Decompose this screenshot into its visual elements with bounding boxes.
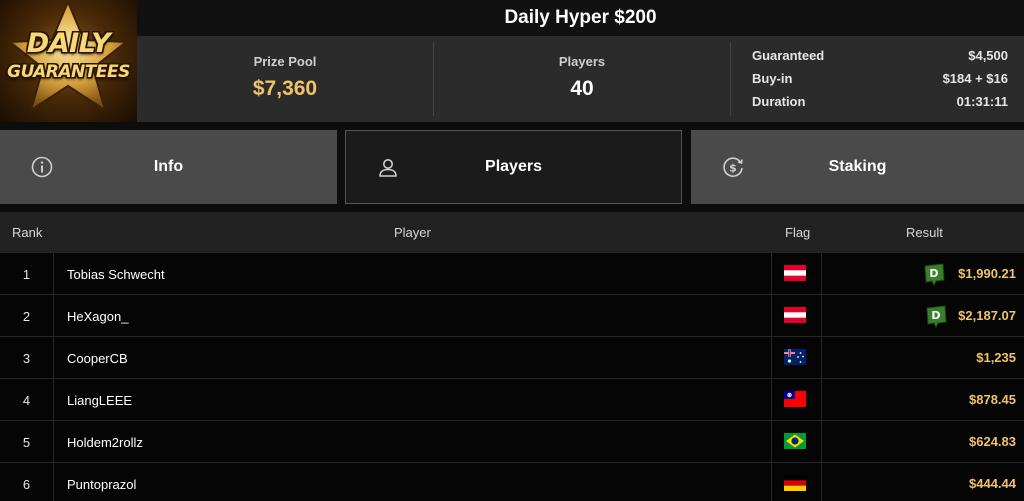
germany-flag-icon [784,475,806,491]
player-name: Holdem2rollz [67,435,143,450]
rank-cell: 6 [22,477,31,492]
players-table-body: 1 Tobias Schwecht D $1,990.21 2 HeXagon_… [0,253,1024,501]
table-row[interactable]: 3 CooperCB $1,235 [0,337,1024,379]
result-value: $2,187.07 [958,308,1016,323]
players-table-header: Rank Player Flag Result [0,212,1024,253]
tournament-title-bar: Daily Hyper $200 [137,0,1024,36]
table-row[interactable]: 6 Puntoprazol $444.44 [0,463,1024,501]
buyin-value: $184 + $16 [942,71,1008,86]
australia-flag-icon [784,349,806,365]
player-column-header[interactable]: Player [394,225,431,240]
tab-players[interactable]: Players [345,130,682,204]
taiwan-flag-icon [784,391,806,407]
logo-line-daily: DAILY [26,28,111,59]
tab-staking-label: Staking [828,158,887,175]
buyin-row: Buy-in $184 + $16 [752,67,1008,90]
table-row[interactable]: 1 Tobias Schwecht D $1,990.21 [0,253,1024,295]
result-value: $878.45 [969,392,1016,407]
rank-cell: 2 [22,309,31,324]
duration-value: 01:31:11 [956,94,1008,109]
result-value: $1,235 [976,350,1016,365]
rank-cell: 1 [22,267,31,282]
result-value: $1,990.21 [958,266,1016,281]
prize-pool-stat: Prize Pool $7,360 [137,36,433,122]
player-name: Tobias Schwecht [67,267,165,282]
tournament-title: Daily Hyper $200 [504,7,657,28]
players-count: 40 [570,77,594,100]
guaranteed-value: $4,500 [968,48,1008,63]
staking-icon: $ [723,157,743,177]
tab-staking[interactable]: $ Staking [691,130,1024,204]
austria-flag-icon [784,307,806,323]
d-badge-icon: D [924,263,945,286]
rank-cell: 5 [22,435,31,450]
table-row[interactable]: 5 Holdem2rollz $624.83 [0,421,1024,463]
duration-row: Duration 01:31:11 [752,90,1008,113]
flag-column-header[interactable]: Flag [785,225,810,240]
tournament-details: Guaranteed $4,500 Buy-in $184 + $16 Dura… [752,44,1008,113]
duration-label: Duration [752,94,806,109]
d-badge-label: D [929,267,938,280]
daily-guarantees-logo: DAILY GUARANTEES [0,0,137,122]
tab-info[interactable]: Info [0,130,337,204]
rank-column-header[interactable]: Rank [12,225,42,240]
prize-pool-label: Prize Pool [253,54,317,69]
player-name: CooperCB [67,351,128,366]
result-value: $444.44 [969,476,1016,491]
result-value: $624.83 [969,434,1016,449]
tab-players-label: Players [485,158,542,175]
d-badge-label: D [931,309,940,322]
stats-divider [730,42,731,116]
svg-text:$: $ [729,162,737,175]
table-row[interactable]: 2 HeXagon_ D $2,187.07 [0,295,1024,337]
buyin-label: Buy-in [752,71,793,86]
tab-info-label: Info [153,158,184,175]
result-column-header[interactable]: Result [906,225,943,240]
d-badge-icon: D [926,305,947,328]
players-label: Players [558,54,606,69]
guaranteed-row: Guaranteed $4,500 [752,44,1008,67]
stats-bar: Prize Pool $7,360 Players 40 Guaranteed … [137,36,1024,122]
rank-cell: 3 [22,351,31,366]
logo-line-guarantees: GUARANTEES [7,62,130,82]
player-name: Puntoprazol [67,477,137,492]
players-stat: Players 40 [434,36,730,122]
info-icon [31,156,53,178]
brazil-flag-icon [784,433,806,449]
star-icon [7,0,129,113]
guaranteed-label: Guaranteed [752,48,825,63]
rank-cell: 4 [22,393,31,408]
prize-pool-value: $7,360 [252,77,318,100]
player-name: HeXagon_ [67,309,129,324]
player-name: LiangLEEE [67,393,133,408]
user-icon [379,159,397,177]
austria-flag-icon [784,265,806,281]
table-row[interactable]: 4 LiangLEEE $878.45 [0,379,1024,421]
